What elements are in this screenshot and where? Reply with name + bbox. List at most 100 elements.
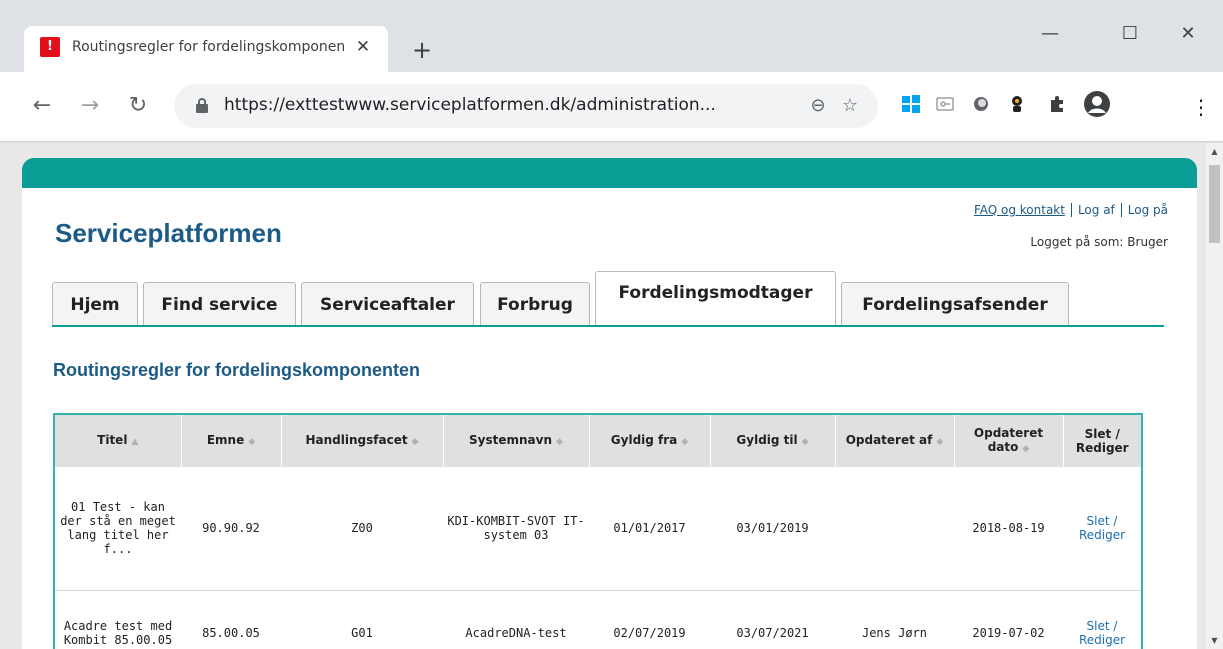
column-label: Titel bbox=[97, 433, 128, 447]
cell-titel: 01 Test - kan der stå en meget lang tite… bbox=[54, 467, 181, 591]
cell-systemnavn: AcadreDNA-test bbox=[443, 590, 589, 649]
scroll-up-icon[interactable]: ▲ bbox=[1206, 143, 1223, 160]
cell-gyldig-til: 03/07/2021 bbox=[710, 590, 835, 649]
chrome-menu-icon[interactable]: ⋮ bbox=[1184, 90, 1218, 124]
cell-gyldig-fra: 02/07/2019 bbox=[589, 590, 710, 649]
login-link[interactable]: Log på bbox=[1122, 203, 1168, 217]
cell-actions: Slet / Rediger bbox=[1063, 467, 1142, 591]
sort-asc-icon: ▲ bbox=[131, 437, 139, 447]
cell-handlingsfacet: Z00 bbox=[281, 467, 443, 591]
column-header-emne[interactable]: Emne ◆ bbox=[181, 414, 282, 467]
new-tab-button[interactable]: + bbox=[408, 36, 436, 64]
sort-icon: ◆ bbox=[411, 437, 419, 447]
cell-opdateret-dato: 2019-07-02 bbox=[954, 590, 1063, 649]
table-row: Acadre test med Kombit 85.00.05 85.00.05… bbox=[54, 590, 1142, 649]
column-header-gyldig-fra[interactable]: Gyldig fra ◆ bbox=[589, 414, 711, 467]
column-label: Emne bbox=[206, 433, 245, 447]
browser-titlebar: ! Routingsregler for fordelingskomponent… bbox=[0, 0, 1223, 72]
section-title: Routingsregler for fordelingskomponenten bbox=[53, 360, 421, 380]
back-icon[interactable]: ← bbox=[26, 90, 58, 122]
tab-label: Forbrug bbox=[497, 295, 573, 315]
zoom-icon[interactable]: ⊖ bbox=[806, 94, 830, 118]
cell-emne: 90.90.92 bbox=[181, 467, 281, 591]
scroll-thumb[interactable] bbox=[1209, 165, 1220, 243]
column-header-gyldig-til[interactable]: Gyldig til ◆ bbox=[710, 414, 836, 467]
tab-underline bbox=[52, 325, 1164, 327]
forward-icon[interactable]: → bbox=[74, 90, 106, 122]
tab-label: Find service bbox=[161, 295, 278, 315]
cell-systemnavn: KDI-KOMBIT-SVOT IT-system 03 bbox=[443, 467, 589, 591]
tab-find-service[interactable]: Find service bbox=[143, 282, 296, 326]
scroll-down-icon[interactable]: ▼ bbox=[1206, 632, 1223, 649]
sort-icon: ◆ bbox=[1022, 444, 1030, 454]
cell-opdateret-af bbox=[835, 467, 954, 591]
tab-forbrug[interactable]: Forbrug bbox=[480, 282, 590, 326]
sort-icon: ◆ bbox=[556, 437, 563, 447]
page-scrollbar[interactable]: ▲ ▼ bbox=[1206, 143, 1223, 649]
key-extension-icon[interactable] bbox=[928, 90, 962, 124]
column-header-systemnavn[interactable]: Systemnavn ◆ bbox=[443, 414, 590, 467]
page-viewport: Serviceplatformen FAQ og kontakt Log af Lo… bbox=[0, 143, 1206, 649]
cell-opdateret-dato: 2018-08-19 bbox=[954, 467, 1063, 591]
table-header-row: Titel ▲ Emne ◆ Handlingsfacet ◆ Systemnavn ◆… bbox=[54, 414, 1143, 467]
minimize-button[interactable]: — bbox=[1030, 14, 1070, 54]
sort-icon: ◆ bbox=[248, 437, 256, 447]
header-links: FAQ og kontakt Log af Log på bbox=[974, 203, 1168, 217]
delete-link[interactable]: Slet bbox=[1087, 514, 1110, 528]
column-header-titel[interactable]: Titel ▲ bbox=[54, 414, 182, 467]
circle-extension-icon[interactable] bbox=[964, 90, 998, 124]
column-header-opdateret-dato[interactable]: Opdateret dato ◆ bbox=[954, 414, 1064, 467]
browser-tab[interactable]: ! Routingsregler for fordelingskomponent… bbox=[24, 26, 388, 72]
url-text[interactable]: https://exttestwww.serviceplatformen.dk/… bbox=[224, 95, 764, 115]
column-label: Opdateret dato bbox=[973, 426, 1044, 454]
logout-link[interactable]: Log af bbox=[1072, 203, 1122, 217]
column-label: Opdateret af bbox=[845, 433, 933, 447]
sort-icon: ◆ bbox=[801, 437, 809, 447]
column-label: Slet / Rediger bbox=[1075, 427, 1129, 455]
cell-emne: 85.00.05 bbox=[181, 590, 281, 649]
cell-actions: Slet / Rediger bbox=[1063, 590, 1142, 649]
column-header-slet-rediger: Slet / Rediger bbox=[1063, 414, 1143, 467]
edit-link[interactable]: Rediger bbox=[1079, 528, 1125, 542]
page-container: Serviceplatformen FAQ og kontakt Log af Lo… bbox=[22, 158, 1197, 649]
sort-icon: ◆ bbox=[681, 437, 689, 447]
site-brand[interactable]: Serviceplatformen bbox=[55, 218, 282, 249]
header-band bbox=[22, 158, 1197, 188]
address-bar[interactable]: https://exttestwww.serviceplatformen.dk/… bbox=[174, 84, 878, 128]
cell-gyldig-fra: 01/01/2017 bbox=[589, 467, 710, 591]
close-window-button[interactable]: ✕ bbox=[1168, 14, 1208, 54]
reload-icon[interactable]: ↻ bbox=[122, 90, 154, 122]
tab-label: Serviceaftaler bbox=[320, 295, 455, 315]
tab-fordelingsmodtager[interactable]: Fordelingsmodtager bbox=[595, 271, 836, 326]
account-avatar-icon[interactable] bbox=[1080, 90, 1114, 124]
column-label: Gyldig fra bbox=[610, 433, 678, 447]
tab-label: Fordelingsafsender bbox=[862, 295, 1048, 315]
site-favicon-icon: ! bbox=[40, 37, 60, 57]
maximize-button[interactable]: ☐ bbox=[1110, 14, 1150, 54]
cell-handlingsfacet: G01 bbox=[281, 590, 443, 649]
cell-titel: Acadre test med Kombit 85.00.05 bbox=[54, 590, 181, 649]
close-tab-icon[interactable]: ✕ bbox=[352, 36, 374, 58]
tab-serviceaftaler[interactable]: Serviceaftaler bbox=[301, 282, 474, 326]
column-label: Systemnavn bbox=[469, 433, 553, 447]
column-header-opdateret-af[interactable]: Opdateret af ◆ bbox=[835, 414, 955, 467]
tab-label: Hjem bbox=[70, 295, 120, 315]
tab-fordelingsafsender[interactable]: Fordelingsafsender bbox=[841, 282, 1069, 326]
column-header-handlingsfacet[interactable]: Handlingsfacet ◆ bbox=[281, 414, 444, 467]
logged-in-status: Logget på som: Bruger bbox=[1030, 235, 1168, 249]
table-row: 01 Test - kan der stå en meget lang tite… bbox=[54, 467, 1142, 591]
column-label: Gyldig til bbox=[736, 433, 798, 447]
cell-opdateret-af: Jens Jørn bbox=[835, 590, 954, 649]
windows-extension-icon[interactable] bbox=[894, 90, 928, 124]
delete-link[interactable]: Slet bbox=[1087, 619, 1110, 633]
extensions-puzzle-icon[interactable] bbox=[1040, 90, 1074, 124]
edit-link[interactable]: Rediger bbox=[1079, 633, 1125, 647]
tab-hjem[interactable]: Hjem bbox=[52, 282, 138, 326]
faq-link[interactable]: FAQ og kontakt bbox=[974, 203, 1072, 217]
bookmark-star-icon[interactable]: ☆ bbox=[838, 94, 862, 118]
cell-gyldig-til: 03/01/2019 bbox=[710, 467, 835, 591]
lock-icon bbox=[196, 98, 208, 113]
routing-rules-table: Titel ▲ Emne ◆ Handlingsfacet ◆ Systemnavn ◆… bbox=[53, 413, 1143, 649]
profile-extension-icon[interactable] bbox=[1000, 90, 1034, 124]
column-label: Handlingsfacet bbox=[305, 433, 408, 447]
